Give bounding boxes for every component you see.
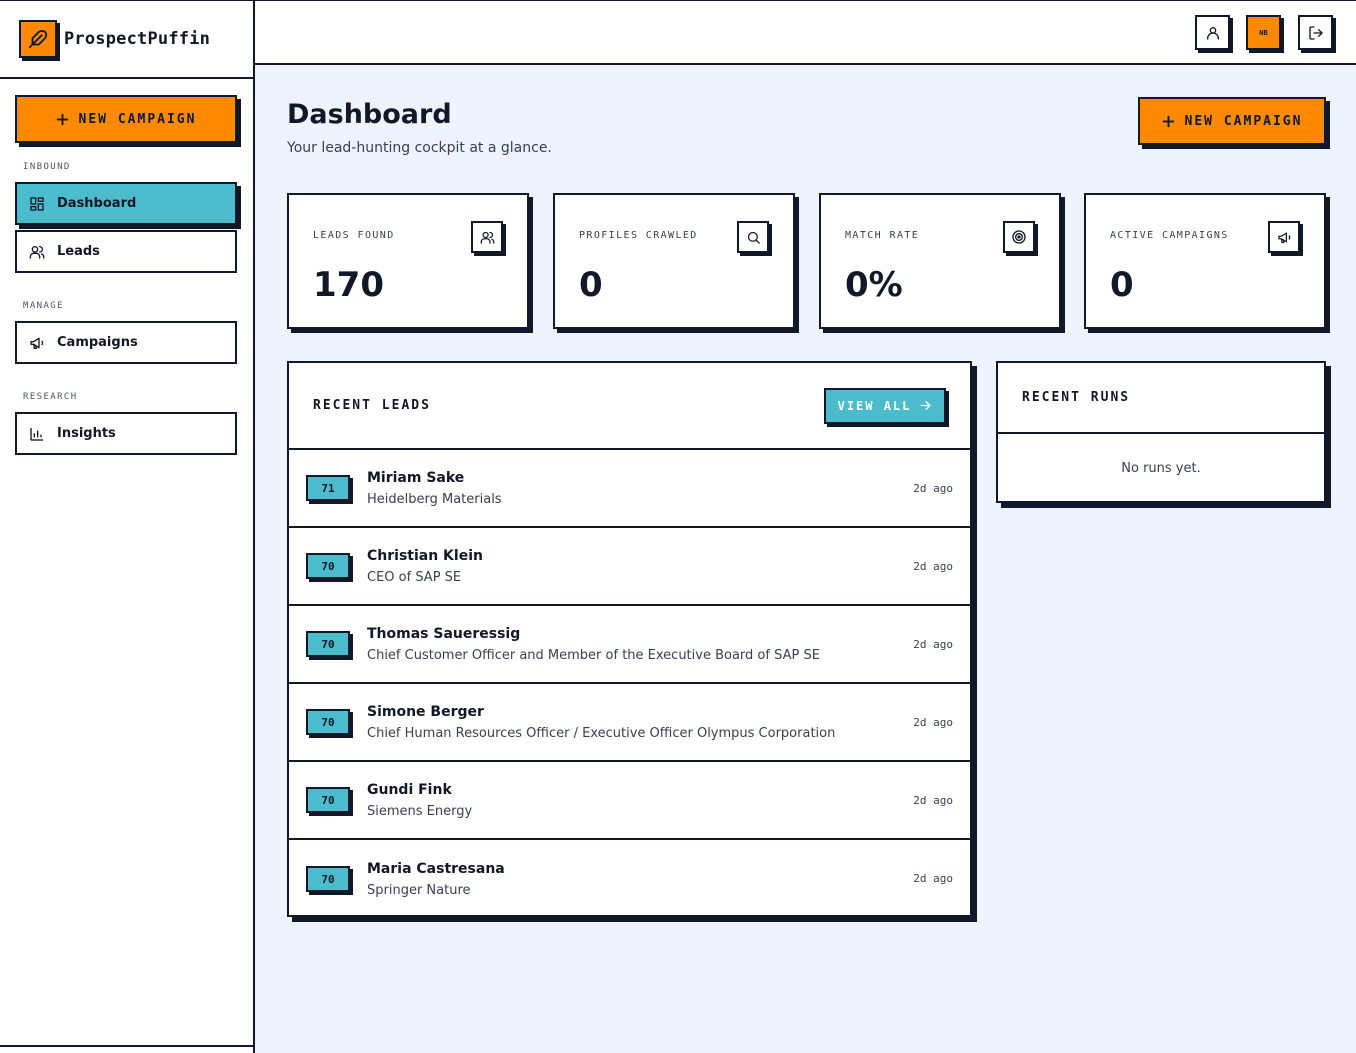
new-campaign-button[interactable]: NEW CAMPAIGN bbox=[1138, 97, 1326, 145]
arrow-right-icon bbox=[920, 401, 931, 410]
stat-value: 0 bbox=[579, 265, 603, 305]
sidebar-item-dashboard[interactable]: Dashboard bbox=[15, 182, 237, 225]
section-label-research: RESEARCH bbox=[23, 392, 78, 402]
lead-time: 2d ago bbox=[913, 794, 953, 807]
lead-subtitle: Chief Human Resources Officer / Executiv… bbox=[367, 725, 836, 741]
search-icon bbox=[737, 221, 769, 253]
brand[interactable]: ProspectPuffin bbox=[0, 0, 253, 79]
logout-icon bbox=[1308, 25, 1323, 40]
section-label-manage: MANAGE bbox=[23, 301, 64, 311]
lead-score-badge: 70 bbox=[306, 709, 350, 735]
page-subtitle: Your lead-hunting cockpit at a glance. bbox=[287, 140, 552, 156]
lead-subtitle: CEO of SAP SE bbox=[367, 569, 462, 585]
stat-value: 170 bbox=[313, 265, 384, 305]
megaphone-icon bbox=[30, 337, 44, 349]
lead-time: 2d ago bbox=[913, 716, 953, 729]
logout-button[interactable] bbox=[1298, 15, 1333, 50]
lead-score-badge: 70 bbox=[306, 866, 350, 892]
lead-subtitle: Heidelberg Materials bbox=[367, 491, 502, 507]
lead-time: 2d ago bbox=[913, 638, 953, 651]
stat-label: ACTIVE CAMPAIGNS bbox=[1110, 230, 1229, 241]
lead-name: Maria Castresana bbox=[367, 860, 505, 877]
lead-name: Thomas Saueressig bbox=[367, 625, 521, 642]
stat-card-profiles-crawled: PROFILES CRAWLED 0 bbox=[553, 193, 795, 329]
users-icon bbox=[471, 221, 503, 253]
user-icon bbox=[1206, 26, 1219, 40]
recent-runs-empty-state: No runs yet. bbox=[1121, 461, 1201, 476]
sidebar-item-campaigns[interactable]: Campaigns bbox=[15, 321, 237, 364]
sidebar-item-leads[interactable]: Leads bbox=[15, 230, 237, 273]
lead-time: 2d ago bbox=[913, 482, 953, 495]
lead-row[interactable]: 70 Maria Castresana Springer Nature 2d a… bbox=[289, 840, 970, 918]
lead-row[interactable]: 70 Thomas Saueressig Chief Customer Offi… bbox=[289, 606, 970, 684]
sidebar-new-campaign-button[interactable]: NEW CAMPAIGN bbox=[15, 95, 237, 143]
lead-score-badge: 70 bbox=[306, 553, 350, 579]
lead-name: Simone Berger bbox=[367, 703, 484, 720]
recent-runs-header: RECENT RUNS bbox=[998, 363, 1324, 434]
sidebar-item-label: Dashboard bbox=[57, 196, 137, 211]
recent-leads-title: RECENT LEADS bbox=[313, 398, 431, 413]
sidebar-item-label: Leads bbox=[57, 244, 100, 259]
sidebar-item-insights[interactable]: Insights bbox=[15, 412, 237, 455]
lead-name: Christian Klein bbox=[367, 547, 483, 564]
lead-score-badge: 71 bbox=[306, 475, 350, 501]
stat-value: 0 bbox=[1110, 265, 1134, 305]
sidebar-footer-divider bbox=[0, 1045, 253, 1047]
grid-icon bbox=[30, 196, 44, 211]
sidebar-new-campaign-label: NEW CAMPAIGN bbox=[78, 111, 197, 127]
lead-row[interactable]: 70 Christian Klein CEO of SAP SE 2d ago bbox=[289, 528, 970, 606]
recent-leads-panel: RECENT LEADS VIEW ALL 71 Miriam Sake Hei… bbox=[287, 361, 972, 917]
stat-label: MATCH RATE bbox=[845, 230, 920, 241]
recent-leads-header: RECENT LEADS VIEW ALL bbox=[289, 363, 970, 450]
lead-row[interactable]: 71 Miriam Sake Heidelberg Materials 2d a… bbox=[289, 450, 970, 528]
bar-chart-icon bbox=[30, 427, 43, 441]
lead-row[interactable]: 70 Gundi Fink Siemens Energy 2d ago bbox=[289, 762, 970, 840]
users-icon bbox=[29, 245, 45, 259]
lead-row[interactable]: 70 Simone Berger Chief Human Resources O… bbox=[289, 684, 970, 762]
recent-runs-panel: RECENT RUNS No runs yet. bbox=[996, 361, 1326, 503]
stat-label: LEADS FOUND bbox=[313, 230, 395, 241]
brand-name: ProspectPuffin bbox=[64, 29, 211, 49]
lead-time: 2d ago bbox=[913, 560, 953, 573]
recent-runs-title: RECENT RUNS bbox=[1022, 390, 1131, 405]
lead-name: Miriam Sake bbox=[367, 469, 465, 486]
stat-label: PROFILES CRAWLED bbox=[579, 230, 698, 241]
stat-value: 0% bbox=[845, 265, 903, 305]
new-campaign-label: NEW CAMPAIGN bbox=[1184, 113, 1303, 129]
stat-card-match-rate: MATCH RATE 0% bbox=[819, 193, 1061, 329]
sidebar-item-label: Insights bbox=[57, 426, 116, 441]
sidebar-item-label: Campaigns bbox=[57, 335, 138, 350]
view-all-button[interactable]: VIEW ALL bbox=[824, 387, 946, 424]
plus-icon bbox=[1162, 115, 1174, 127]
lead-name: Gundi Fink bbox=[367, 781, 452, 798]
target-icon bbox=[1003, 221, 1035, 253]
initials-badge[interactable]: NB bbox=[1246, 15, 1281, 50]
lead-subtitle: Springer Nature bbox=[367, 882, 471, 898]
lead-score-badge: 70 bbox=[306, 787, 350, 813]
stat-card-leads-found: LEADS FOUND 170 bbox=[287, 193, 529, 329]
feather-icon bbox=[19, 20, 57, 58]
megaphone-icon bbox=[1268, 221, 1300, 253]
stat-card-active-campaigns: ACTIVE CAMPAIGNS 0 bbox=[1084, 193, 1326, 329]
topbar: NB bbox=[255, 0, 1356, 65]
sidebar: ProspectPuffin NEW CAMPAIGN INBOUND Dash… bbox=[0, 0, 255, 1053]
lead-subtitle: Siemens Energy bbox=[367, 803, 473, 819]
lead-score-badge: 70 bbox=[306, 631, 350, 657]
section-label-inbound: INBOUND bbox=[23, 162, 71, 172]
plus-icon bbox=[56, 113, 68, 125]
profile-button[interactable] bbox=[1195, 15, 1230, 50]
view-all-label: VIEW ALL bbox=[837, 398, 912, 413]
lead-subtitle: Chief Customer Officer and Member of the… bbox=[367, 647, 820, 663]
page-title: Dashboard bbox=[287, 99, 452, 130]
lead-time: 2d ago bbox=[913, 872, 953, 885]
